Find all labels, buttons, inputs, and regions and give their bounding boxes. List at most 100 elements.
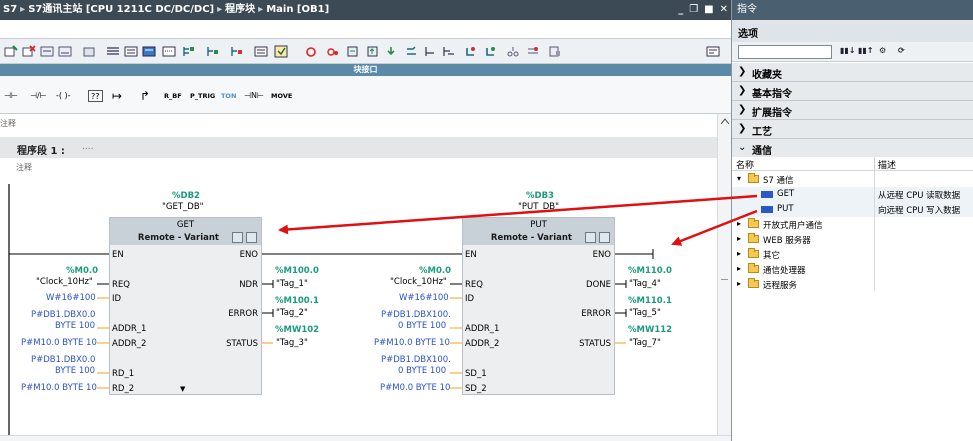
download-icon[interactable] xyxy=(384,45,398,58)
put-addr1-line2[interactable]: 0 BYTE 100 xyxy=(398,321,446,331)
p-trig-instruction[interactable]: P_TRIG xyxy=(190,90,215,102)
ton-instruction[interactable]: TON xyxy=(221,90,236,102)
comment-toggle-icon[interactable] xyxy=(162,45,176,58)
breadcrumb-main-ob1[interactable]: Main [OB1] xyxy=(266,4,329,15)
call-structure-icon[interactable] xyxy=(406,45,420,58)
block-open-icon[interactable] xyxy=(232,232,243,243)
section-communication[interactable]: ⌄ 通信 xyxy=(732,139,973,158)
instruction-search-input[interactable] xyxy=(738,45,832,59)
put-status-name[interactable]: "Tag_7" xyxy=(629,338,661,348)
expand-all-icon[interactable] xyxy=(182,45,196,58)
put-id-value[interactable]: W#16#100 xyxy=(399,293,449,303)
close-branch-instruction[interactable]: ↱ xyxy=(140,90,150,102)
tree-item-communication-processor[interactable]: ▸ 通信处理器 xyxy=(732,262,973,277)
breadcrumb-project[interactable]: S7 xyxy=(3,4,17,15)
properties-icon[interactable] xyxy=(548,45,562,58)
nc-contact-instruction[interactable]: ⊣/⊢ xyxy=(30,90,47,102)
section-basic-instructions[interactable]: ❯ 基本指令 xyxy=(732,82,973,101)
get-rd1-line2[interactable]: BYTE 100 xyxy=(55,366,95,376)
put-db-name[interactable]: "PUT_DB" xyxy=(518,202,559,212)
put-db-address[interactable]: %DB3 xyxy=(526,191,554,201)
section-extended-instructions[interactable]: ❯ 扩展指令 xyxy=(732,101,973,120)
maximize-icon[interactable]: ■ xyxy=(704,0,713,20)
get-ndr-address[interactable]: %M100.0 xyxy=(275,266,319,276)
chevron-right-icon[interactable]: ▸ xyxy=(737,234,741,243)
refresh-icon[interactable]: ⟳ xyxy=(898,46,905,55)
options-label[interactable]: 选项 xyxy=(738,25,758,40)
get-function-block[interactable]: GET Remote - Variant EN REQ ID ADDR_1 AD… xyxy=(109,217,262,395)
get-status-address[interactable]: %MW102 xyxy=(275,325,319,335)
r-btrig-instruction[interactable]: R_BF xyxy=(164,90,182,102)
block-settings-icon[interactable] xyxy=(599,232,610,243)
put-block-mode[interactable]: Remote - Variant xyxy=(491,233,572,243)
n-contact-instruction[interactable]: ⊣N⊢ xyxy=(244,90,264,102)
get-ndr-name[interactable]: "Tag_1" xyxy=(276,279,308,289)
horizontal-scrollbar[interactable] xyxy=(0,435,731,441)
put-addr2-value[interactable]: P#M10.0 BYTE 10 xyxy=(374,338,450,348)
chevron-right-icon[interactable]: ▸ xyxy=(737,279,741,288)
vertical-scrollbar[interactable] xyxy=(717,114,731,436)
block-settings-icon[interactable] xyxy=(246,232,257,243)
lad-canvas[interactable]: 注释 程序段 1 : .... 注释 %DB2 "GET_DB" GET Rem… xyxy=(0,114,717,436)
close-icon[interactable]: ✕ xyxy=(720,0,728,20)
get-rd1-line1[interactable]: P#DB1.DBX0.0 xyxy=(31,355,95,365)
tree-item-s7-communication[interactable]: ▾ S7 通信 xyxy=(732,172,973,187)
upload-icon[interactable] xyxy=(366,45,380,58)
move-instruction[interactable]: MOVE xyxy=(271,90,292,102)
put-req-address[interactable]: %M0.0 xyxy=(419,266,451,276)
delete-network-icon[interactable] xyxy=(22,45,36,58)
get-id-value[interactable]: W#16#100 xyxy=(46,293,96,303)
get-error-address[interactable]: %M100.1 xyxy=(275,296,319,306)
put-req-name[interactable]: "Clock_10Hz" xyxy=(390,277,447,287)
get-req-name[interactable]: "Clock_10Hz" xyxy=(36,277,93,287)
get-addr2-value[interactable]: P#M10.0 BYTE 10 xyxy=(21,338,97,348)
network-comments-icon[interactable] xyxy=(142,45,156,58)
insert-network-icon[interactable] xyxy=(4,45,18,58)
tree-item-web-server[interactable]: ▸ WEB 服务器 xyxy=(732,232,973,247)
chevron-right-icon[interactable]: ▸ xyxy=(737,219,741,228)
column-divider[interactable] xyxy=(874,157,875,171)
get-req-address[interactable]: %M0.0 xyxy=(66,266,98,276)
put-sd1-line1[interactable]: P#DB1.DBX100. xyxy=(381,355,451,365)
tree-item-others[interactable]: ▸ 其它 xyxy=(732,247,973,262)
section-technology[interactable]: ❯ 工艺 xyxy=(732,120,973,139)
watch-table-icon[interactable] xyxy=(526,45,540,58)
get-db-address[interactable]: %DB2 xyxy=(172,191,200,201)
hierarchy-icon[interactable] xyxy=(506,45,520,58)
instruction-options-icon[interactable]: ⚙ xyxy=(879,46,886,55)
section-favorites[interactable]: ❯ 收藏夹 xyxy=(732,63,973,82)
monitoring-on-off-icon[interactable] xyxy=(274,45,288,58)
cross-reference-icon[interactable] xyxy=(442,45,456,58)
put-error-name[interactable]: "Tag_5" xyxy=(629,308,661,318)
column-description-header[interactable]: 描述 xyxy=(878,158,896,171)
navigate-icon[interactable] xyxy=(230,45,244,58)
no-contact-instruction[interactable]: ⊣⊢ xyxy=(4,90,18,102)
assignment-list-icon[interactable] xyxy=(424,45,438,58)
chevron-right-icon[interactable]: ▸ xyxy=(737,264,741,273)
get-rd2-value[interactable]: P#M10.0 BYTE 10 xyxy=(21,383,97,393)
block-open-icon[interactable] xyxy=(585,232,596,243)
get-block-mode[interactable]: Remote - Variant xyxy=(138,233,219,243)
go-to-next-error-icon[interactable] xyxy=(326,45,340,58)
open-branch-instruction[interactable]: ↦ xyxy=(112,90,122,102)
put-error-address[interactable]: %M110.1 xyxy=(628,296,672,306)
append-row-icon[interactable] xyxy=(58,45,72,58)
get-addr1-line1[interactable]: P#DB1.DBX0.0 xyxy=(31,310,95,320)
block-interface-header[interactable]: 块接口 xyxy=(0,64,731,76)
get-db-name[interactable]: "GET_DB" xyxy=(162,202,204,212)
get-error-name[interactable]: "Tag_2" xyxy=(276,308,308,318)
overview-toggle-icon[interactable] xyxy=(706,45,720,58)
absolute-operands-icon[interactable] xyxy=(106,45,120,58)
favorites-toggle-icon[interactable] xyxy=(124,45,138,58)
compare-icon[interactable] xyxy=(346,45,360,58)
breadcrumb-device[interactable]: S7通讯主站 [CPU 1211C DC/DC/DC] xyxy=(28,4,214,15)
get-addr1-line2[interactable]: BYTE 100 xyxy=(55,321,95,331)
breadcrumb-program-blocks[interactable]: 程序块 xyxy=(225,4,255,15)
put-function-block[interactable]: PUT Remote - Variant EN REQ ID ADDR_1 AD… xyxy=(462,217,615,395)
insert-row-icon[interactable] xyxy=(40,45,54,58)
put-sd2-value[interactable]: P#M0.0 BYTE 10 xyxy=(380,383,450,393)
tree-item-open-user-communication[interactable]: ▸ 开放式用户通信 xyxy=(732,217,973,232)
search-down-icon[interactable]: ▮▮↓ xyxy=(840,46,856,55)
scroll-up-icon[interactable] xyxy=(721,118,729,124)
update-calls-icon[interactable] xyxy=(484,45,498,58)
